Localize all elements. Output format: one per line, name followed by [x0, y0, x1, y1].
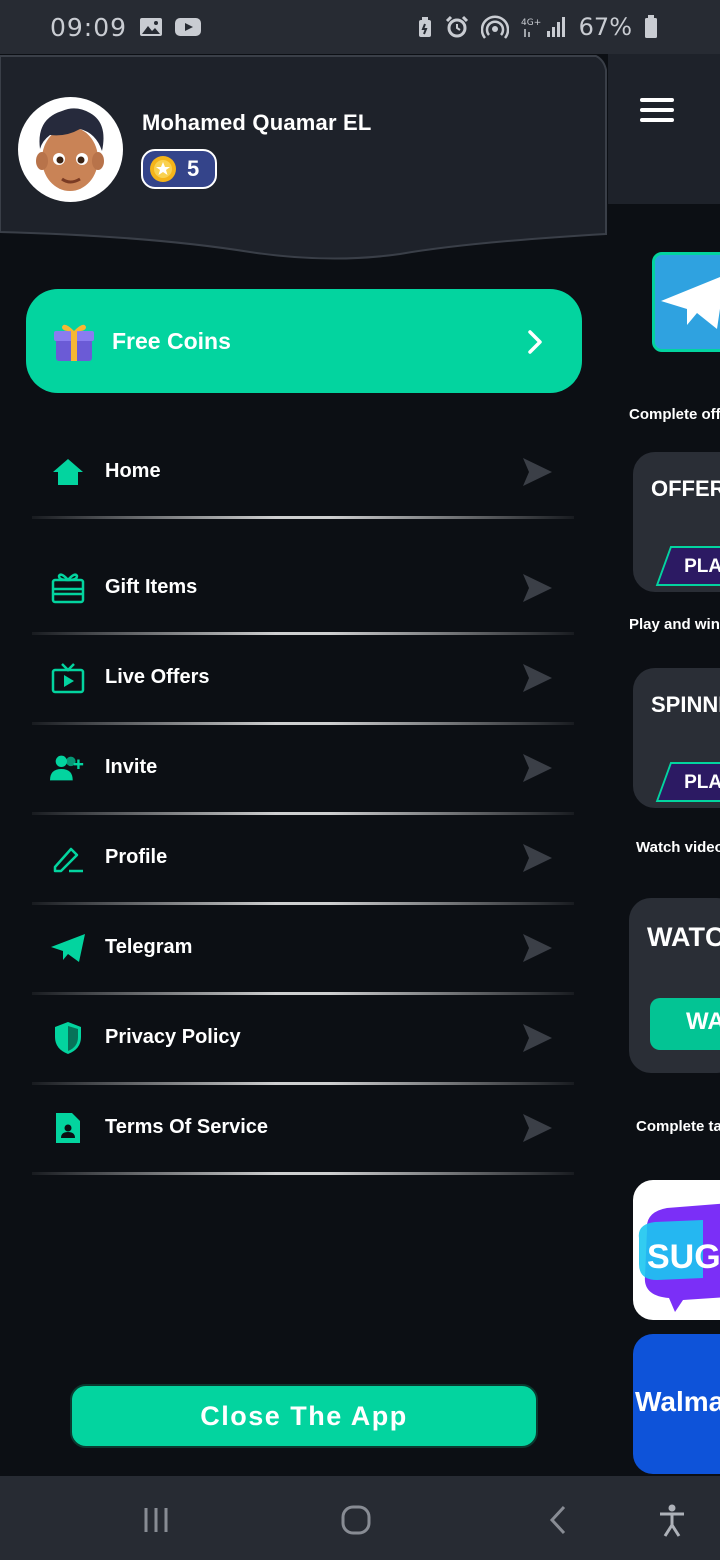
arrow-right-icon	[520, 932, 554, 968]
recent-apps-icon	[144, 1508, 168, 1532]
arrow-right-icon	[520, 1022, 554, 1058]
menu-item-profile[interactable]: Profile	[32, 814, 574, 902]
bg-play-win-text: Play and win	[629, 616, 720, 633]
battery-icon	[644, 15, 658, 39]
menu-item-invite[interactable]: Invite	[32, 724, 574, 812]
arrow-right-icon	[520, 752, 554, 788]
menu-label: Telegram	[105, 936, 193, 958]
battery-percent: 67%	[578, 13, 632, 41]
telegram-logo-icon	[661, 277, 720, 329]
status-time: 09:09	[50, 12, 128, 42]
menu-label: Gift Items	[105, 576, 198, 598]
accessibility-button[interactable]	[652, 1500, 692, 1540]
bg-watch-card[interactable]: WATC WA	[629, 898, 720, 1073]
coin-balance-badge[interactable]: 5	[141, 149, 217, 189]
menu-label: Privacy Policy	[105, 1026, 241, 1048]
close-app-button[interactable]: Close The App	[70, 1384, 538, 1448]
bg-app-header	[608, 54, 720, 204]
alarm-icon	[445, 15, 469, 39]
tv-icon	[50, 660, 86, 696]
home-icon	[50, 454, 86, 490]
bg-complete-offers-text: Complete offe	[629, 406, 720, 423]
bg-walmart-tile[interactable]: Walmar	[633, 1334, 720, 1474]
menu-item-terms-of-service[interactable]: Terms Of Service	[32, 1084, 574, 1172]
bg-offerwall-card[interactable]: OFFERW PLA	[633, 452, 720, 592]
shield-icon	[50, 1020, 86, 1056]
free-coins-label: Free Coins	[112, 327, 231, 354]
bg-watch-title: WATC	[647, 922, 720, 952]
arrow-right-icon	[520, 842, 554, 878]
hamburger-menu-icon[interactable]	[640, 98, 674, 122]
system-nav-bar	[0, 1476, 720, 1560]
menu-item-telegram[interactable]: Telegram	[32, 904, 574, 992]
hotspot-icon	[480, 15, 509, 39]
bg-play-button-2[interactable]: PLA	[655, 762, 720, 802]
bg-watch-button[interactable]: WA	[650, 998, 720, 1050]
coin-count: 5	[187, 156, 200, 181]
avatar-face-icon	[36, 108, 104, 191]
youtube-notification-icon	[175, 17, 202, 37]
accessibility-icon	[660, 1504, 684, 1537]
network-type: 4G+	[521, 18, 541, 28]
gift-card-icon	[50, 570, 86, 606]
gallery-notification-icon	[139, 17, 163, 37]
gift-box-icon	[54, 324, 94, 361]
battery-saver-icon	[417, 16, 433, 38]
coin-icon	[150, 156, 176, 182]
menu-item-home[interactable]: Home	[32, 428, 574, 516]
menu-label: Profile	[105, 846, 168, 868]
bg-sugo-tile[interactable]: SUG	[633, 1180, 720, 1320]
free-coins-button[interactable]: Free Coins	[26, 289, 582, 393]
menu-item-privacy-policy[interactable]: Privacy Policy	[32, 994, 574, 1082]
menu-label: Terms Of Service	[105, 1116, 269, 1138]
back-icon	[549, 1505, 566, 1535]
document-icon	[50, 1110, 86, 1146]
menu-divider	[32, 516, 574, 519]
status-bar: 09:09 4G+ 67%	[0, 0, 720, 54]
arrow-right-icon	[520, 662, 554, 698]
recent-apps-button[interactable]	[136, 1500, 176, 1540]
navigation-drawer: Mohamed Quamar EL 5 Free Coins Home Gift…	[0, 54, 608, 1476]
bg-watch-video-text: Watch video	[636, 839, 720, 856]
menu-label: Live Offers	[105, 666, 210, 688]
signal-icon: 4G+	[521, 15, 567, 39]
drawer-header: Mohamed Quamar EL 5	[0, 54, 608, 264]
background-app: Complete offe OFFERW PLA Play and win SP…	[608, 54, 720, 1476]
bg-offerwall-title: OFFERW	[651, 476, 720, 501]
bg-spinning-title: SPINNI	[651, 692, 720, 717]
home-nav-icon	[341, 1505, 371, 1535]
add-user-icon	[50, 750, 86, 786]
menu-divider	[32, 1172, 574, 1175]
arrow-right-icon	[520, 572, 554, 608]
edit-icon	[50, 840, 86, 876]
menu-item-gift-items[interactable]: Gift Items	[32, 544, 574, 632]
home-button[interactable]	[336, 1500, 376, 1540]
arrow-right-icon	[520, 456, 554, 492]
status-right: 4G+ 67%	[417, 13, 658, 41]
menu-item-live-offers[interactable]: Live Offers	[32, 634, 574, 722]
menu-label: Home	[105, 460, 161, 482]
sugo-logo-icon: SUG	[638, 1203, 720, 1312]
avatar[interactable]	[18, 97, 123, 202]
bg-spinning-card[interactable]: SPINNI PLA	[633, 668, 720, 808]
status-left: 09:09	[50, 12, 202, 42]
user-name: Mohamed Quamar EL	[142, 110, 372, 135]
bg-play-button-1[interactable]: PLA	[655, 546, 720, 586]
close-app-label: Close The App	[200, 1400, 408, 1431]
bg-complete-tasks-text: Complete ta	[636, 1118, 720, 1135]
arrow-right-icon	[520, 1112, 554, 1148]
walmart-label: Walmar	[635, 1386, 720, 1417]
telegram-icon	[50, 930, 86, 966]
sugo-label: SUG	[647, 1238, 720, 1276]
chevron-right-icon	[528, 330, 542, 354]
back-button[interactable]	[538, 1500, 578, 1540]
menu-label: Invite	[105, 756, 158, 778]
bg-telegram-banner[interactable]	[652, 252, 720, 352]
